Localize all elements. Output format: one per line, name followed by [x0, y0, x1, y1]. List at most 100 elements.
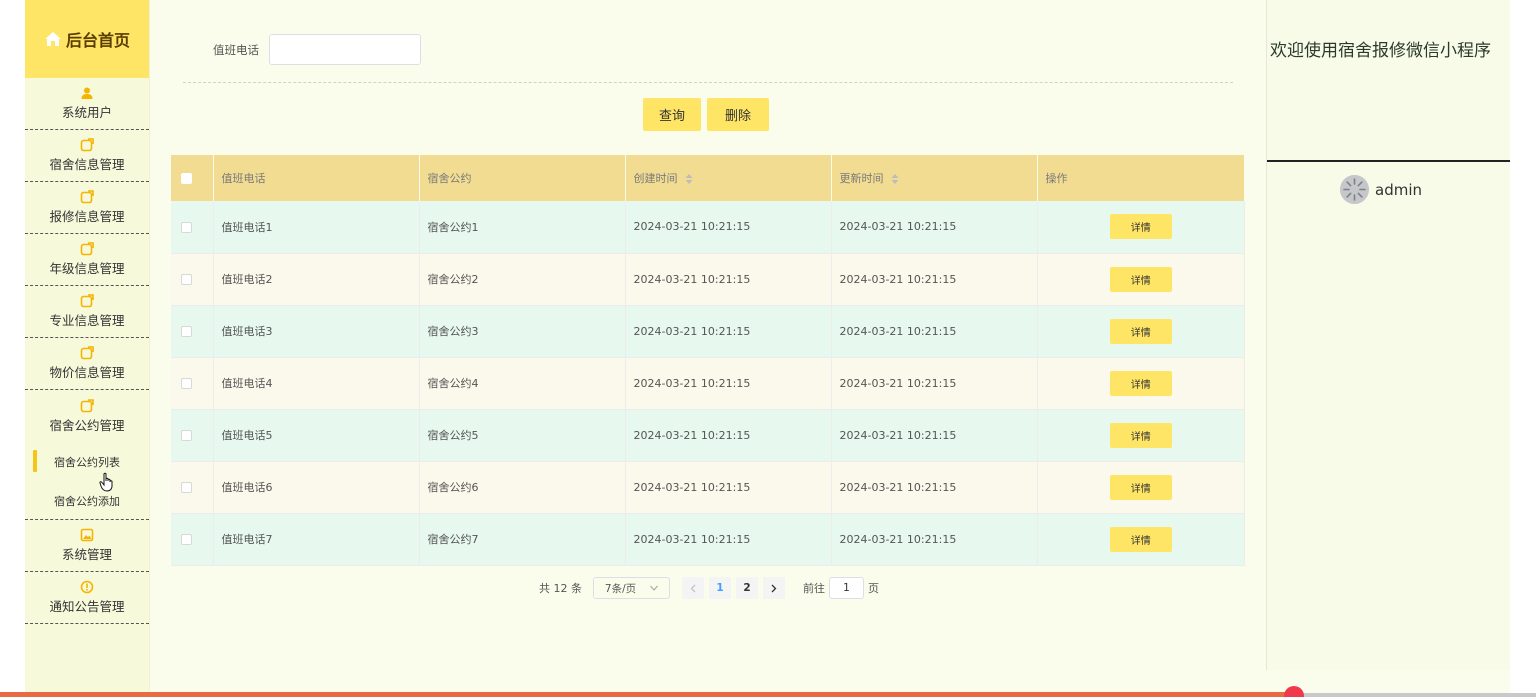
right-panel: 欢迎使用宿舍报修微信小程序 admin — [1266, 0, 1511, 670]
sidebar-item-system-manage[interactable]: 系统管理 — [25, 520, 149, 572]
home-icon — [44, 32, 61, 46]
sidebar-item-label: 宿舍公约管理 — [49, 417, 125, 433]
cell-phone: 值班电话4 — [213, 357, 420, 410]
edit-icon — [80, 294, 94, 308]
detail-button[interactable]: 详情 — [1109, 422, 1172, 448]
sidebar-item-system-users[interactable]: 系统用户 — [25, 78, 149, 130]
edit-icon — [80, 398, 94, 412]
table-row: 值班电话6 宿舍公约6 2024-03-21 10:21:15 2024-03-… — [171, 461, 1245, 514]
sidebar-item-dorm-rules[interactable]: 宿舍公约管理 — [25, 390, 149, 442]
phone-search-input[interactable] — [269, 34, 421, 65]
cell-rule: 宿舍公约1 — [419, 201, 626, 254]
edit-icon — [80, 242, 94, 256]
row-checkbox-cell — [171, 513, 214, 566]
goto-unit: 页 — [868, 582, 879, 595]
submenu-item-label: 宿舍公约列表 — [54, 455, 120, 469]
edit-icon — [80, 190, 94, 204]
row-checkbox[interactable] — [181, 430, 192, 441]
sidebar-item-label: 专业信息管理 — [49, 313, 125, 328]
header-created[interactable]: 创建时间 — [625, 155, 832, 201]
page-size-select[interactable]: 7条/页 — [593, 577, 670, 599]
edit-icon — [80, 346, 94, 360]
page: 后台首页 系统用户 宿舍信息管理 报修信息管理 年级信息管理 专业信息管理 物价… — [0, 0, 1536, 697]
cell-updated: 2024-03-21 10:21:15 — [831, 357, 1038, 410]
sidebar-item-price-info[interactable]: 物价信息管理 — [25, 338, 149, 390]
cell-updated: 2024-03-21 10:21:15 — [831, 305, 1038, 358]
prev-page-button[interactable] — [682, 577, 704, 599]
main-content: 值班电话 查询 删除 值班电话 宿舍公约 创建时间 更新时间 操作 值班电话1 … — [150, 0, 1266, 697]
sidebar-item-label: 物价信息管理 — [49, 365, 125, 380]
sidebar-item-notice-manage[interactable]: 通知公告管理 — [25, 572, 149, 624]
cell-created: 2024-03-21 10:21:15 — [625, 513, 832, 566]
row-checkbox-cell — [171, 201, 214, 254]
info-icon — [80, 580, 94, 594]
sidebar-item-repair-info[interactable]: 报修信息管理 — [25, 182, 149, 234]
select-all-checkbox[interactable] — [181, 173, 192, 184]
query-button[interactable]: 查询 — [643, 98, 701, 131]
table-row: 值班电话1 宿舍公约1 2024-03-21 10:21:15 2024-03-… — [171, 201, 1245, 254]
row-checkbox[interactable] — [181, 274, 192, 285]
user-info[interactable]: admin — [1340, 175, 1422, 204]
sidebar-item-label: 宿舍信息管理 — [49, 157, 125, 172]
sidebar-item-grade-info[interactable]: 年级信息管理 — [25, 234, 149, 286]
header-checkbox-cell — [171, 155, 214, 201]
chevron-down-icon — [650, 585, 659, 591]
progress-bar-track — [1300, 693, 1536, 697]
cell-rule: 宿舍公约4 — [419, 357, 626, 410]
submenu-item-label: 宿舍公约添加 — [54, 494, 120, 508]
header-phone: 值班电话 — [213, 155, 420, 201]
header-updated[interactable]: 更新时间 — [831, 155, 1038, 201]
sidebar-item-label: 系统管理 — [61, 547, 112, 562]
cell-phone: 值班电话2 — [213, 253, 420, 306]
row-checkbox[interactable] — [181, 482, 192, 493]
progress-bar — [0, 692, 1300, 697]
cell-updated: 2024-03-21 10:21:15 — [831, 513, 1038, 566]
right-margin — [1510, 0, 1536, 697]
sort-icon[interactable] — [685, 174, 693, 184]
sidebar-item-dorm-info[interactable]: 宿舍信息管理 — [25, 130, 149, 182]
row-checkbox-cell — [171, 409, 214, 462]
row-checkbox[interactable] — [181, 534, 192, 545]
header-label: 更新时间 — [839, 172, 884, 185]
goto-page-input[interactable] — [829, 577, 864, 599]
row-checkbox[interactable] — [181, 378, 192, 389]
sidebar-item-major-info[interactable]: 专业信息管理 — [25, 286, 149, 338]
sidebar-item-label: 通知公告管理 — [49, 599, 125, 614]
row-checkbox-cell — [171, 253, 214, 306]
sort-icon[interactable] — [891, 174, 899, 184]
cell-action: 详情 — [1037, 201, 1245, 254]
header-label: 操作 — [1045, 172, 1068, 185]
cell-updated: 2024-03-21 10:21:15 — [831, 201, 1038, 254]
left-margin — [0, 0, 25, 697]
submenu-item-rules-add[interactable]: 宿舍公约添加 — [25, 481, 149, 520]
username: admin — [1375, 180, 1422, 199]
pagination-total: 共 12 条 — [539, 582, 582, 595]
detail-button[interactable]: 详情 — [1109, 370, 1172, 396]
edit-icon — [80, 138, 94, 152]
cell-phone: 值班电话7 — [213, 513, 420, 566]
goto-label: 前往 — [803, 582, 825, 595]
table-row: 值班电话2 宿舍公约2 2024-03-21 10:21:15 2024-03-… — [171, 253, 1245, 306]
detail-button[interactable]: 详情 — [1109, 318, 1172, 344]
row-checkbox[interactable] — [181, 326, 192, 337]
welcome-title: 欢迎使用宿舍报修微信小程序 — [1270, 41, 1491, 61]
detail-button[interactable]: 详情 — [1109, 266, 1172, 292]
row-checkbox-cell — [171, 461, 214, 514]
next-page-button[interactable] — [763, 577, 785, 599]
row-checkbox[interactable] — [181, 221, 192, 233]
cell-action: 详情 — [1037, 305, 1245, 358]
page-2-button[interactable]: 2 — [736, 577, 758, 599]
detail-button[interactable]: 详情 — [1109, 526, 1172, 552]
chevron-right-icon — [771, 584, 777, 592]
detail-button[interactable]: 详情 — [1109, 474, 1172, 500]
avatar — [1340, 175, 1369, 204]
detail-button[interactable]: 详情 — [1109, 214, 1172, 240]
delete-button[interactable]: 删除 — [707, 98, 769, 131]
header-label: 宿舍公约 — [427, 172, 472, 185]
image-icon — [80, 528, 94, 542]
submenu-item-rules-list[interactable]: 宿舍公约列表 — [25, 442, 149, 481]
brand-title: 后台首页 — [65, 31, 130, 50]
sidebar-brand[interactable]: 后台首页 — [25, 0, 149, 78]
progress-handle[interactable] — [1284, 686, 1304, 697]
page-1-button[interactable]: 1 — [709, 577, 731, 599]
